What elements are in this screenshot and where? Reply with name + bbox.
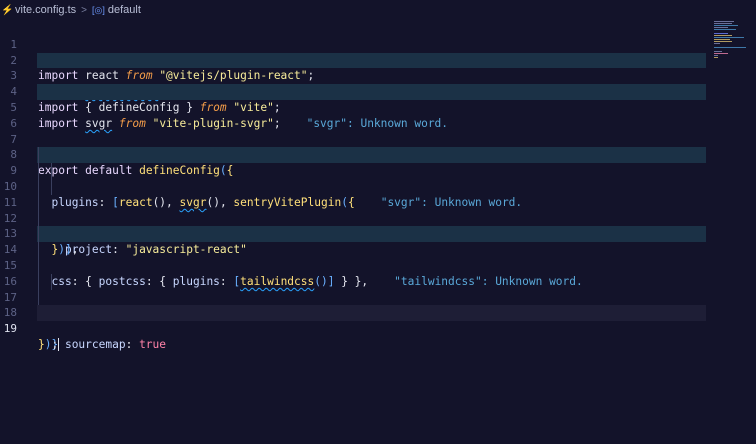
indent-guide [38,147,39,164]
minimap-line [714,29,736,30]
code-line[interactable]: 16 build: { [0,257,712,319]
code-line[interactable]: 8 export default defineConfig({ [0,132,712,177]
code-line[interactable]: 14 css: { postcss: { plugins: [tailwindc… [0,226,712,288]
minimap-line [714,37,744,38]
minimap-line [714,23,732,24]
indent-guide [38,226,39,243]
code-line[interactable]: 15 [0,242,712,272]
indent-guide [51,163,52,179]
code-text: }); [38,337,60,352]
minimap-line [714,33,728,34]
minimap[interactable] [714,21,748,61]
indent-guide [38,273,39,290]
minimap-line [714,55,718,56]
code-line[interactable]: 18 } [0,289,712,351]
breadcrumb: ⚡ vite.config.ts > [◎] default [0,0,756,20]
code-line[interactable]: 17 sourcemap: true [0,273,712,351]
code-line[interactable]: 11 project: "javascript-react" [0,178,712,256]
minimap-line [714,25,738,26]
breadcrumb-symbol[interactable]: default [108,4,141,16]
indent-guide [38,257,39,274]
minimap-line [714,39,730,40]
chevron-right-icon: > [81,4,87,16]
code-line[interactable]: 3 import tailwindcss from "tailwindcss";… [0,52,712,98]
breadcrumb-file[interactable]: vite.config.ts [15,4,76,16]
minimap-line [714,57,718,58]
line-number: 19 [3,322,17,336]
code-line[interactable]: 7 // https://vitejs.dev/config/ [0,116,712,162]
vertical-scrollbar[interactable] [750,21,756,444]
indent-guide [38,178,39,195]
indent-guide [38,289,39,306]
minimap-line [714,41,732,42]
indent-guide [38,194,39,211]
indent-guide [51,273,52,290]
indent-guide [38,210,39,227]
minimap-line [714,53,728,54]
indent-guide [38,242,39,258]
minimap-line [714,43,720,44]
code-line[interactable]: 2 import react from "@vitejs/plugin-reac… [0,37,712,83]
code-line[interactable]: 12 })], [0,194,712,256]
code-line[interactable]: 19 }); [0,305,712,352]
code-line[interactable]: 1 import { sentryVitePlugin } from "@sen… [0,21,712,67]
vite-file-icon: ⚡ [1,4,14,16]
minimap-line [714,47,746,48]
symbol-variable-icon: [◎] [91,4,105,15]
code-editor[interactable]: 1 import { sentryVitePlugin } from "@sen… [0,21,712,352]
code-line[interactable]: 4 import { defineConfig } from "vite"; [0,68,712,114]
code-line[interactable]: 5 import svgr from "vite-plugin-svgr"; "s… [0,84,712,130]
code-line[interactable]: 10 org: "joseph-park", [0,163,712,240]
indent-guide [38,163,39,179]
code-line[interactable]: 6 [0,100,712,130]
minimap-line [714,27,728,28]
minimap-line [714,21,734,22]
minimap-line [714,35,732,36]
text-cursor [58,338,60,352]
minimap-line [714,51,722,52]
code-line[interactable]: 13 [0,210,712,240]
code-line[interactable]: 9 plugins: [react(), svgr(), sentryViteP… [0,147,712,209]
indent-guide [51,178,52,195]
